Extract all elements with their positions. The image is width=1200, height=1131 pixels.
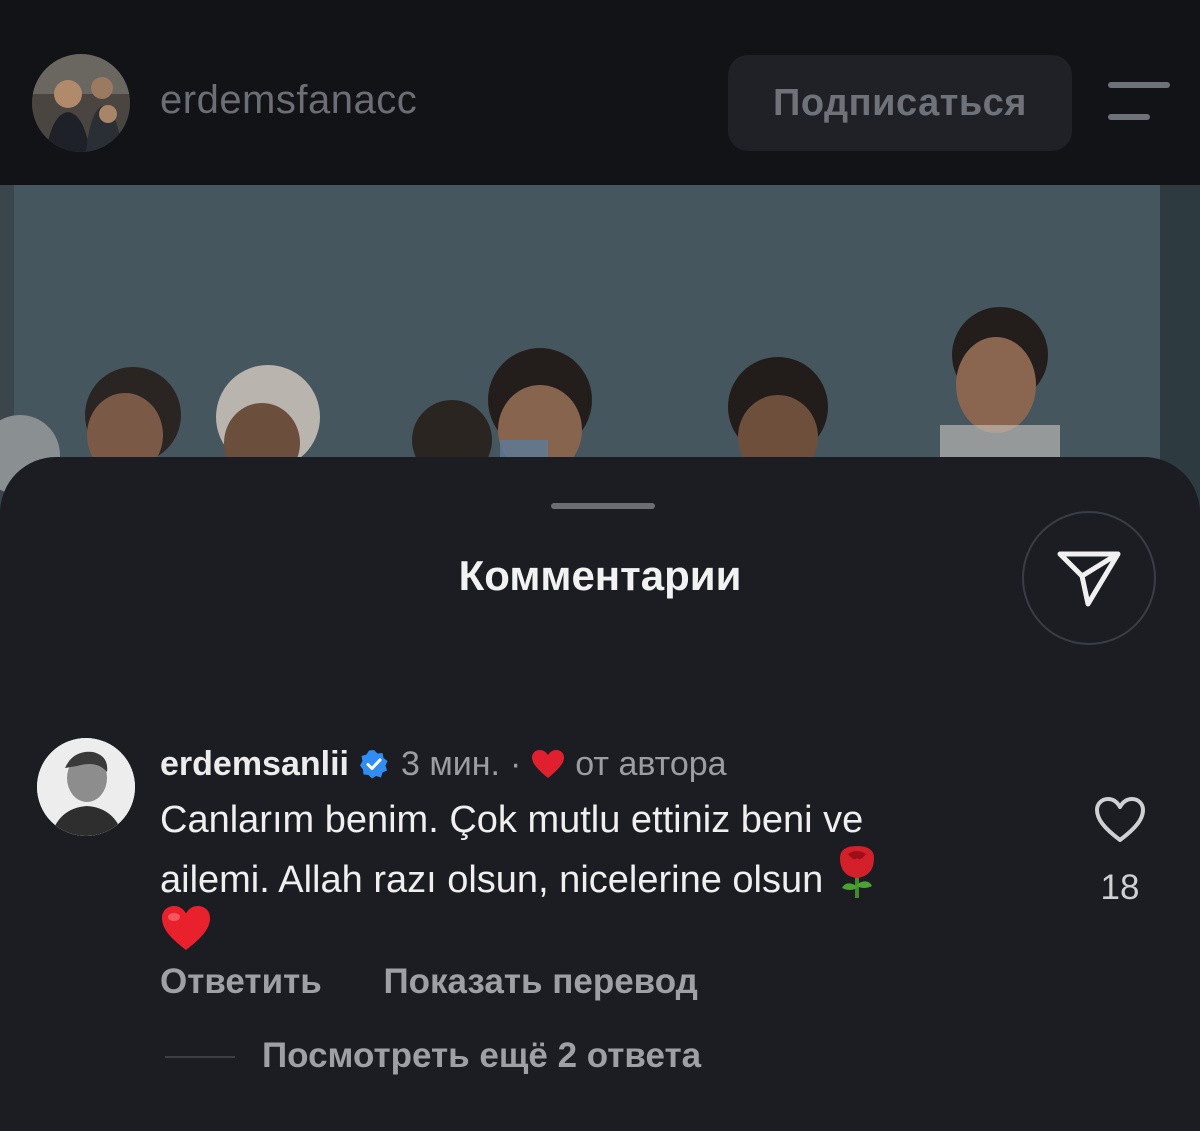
commenter-username[interactable]: erdemsanlii [160,745,349,784]
follow-button[interactable]: Подписаться [728,55,1072,151]
comment-text-line-1: Canlarım benim. Çok mutlu ettiniz beni v… [160,799,864,841]
menu-icon[interactable] [1100,82,1172,122]
verified-badge-icon [359,750,388,779]
heart-outline-icon[interactable] [1094,796,1146,844]
profile-header: erdemsfanacc Подписаться [0,0,1200,185]
like-count: 18 [1100,868,1140,907]
replies-divider [165,1056,235,1058]
reply-button[interactable]: Ответить [160,962,322,1001]
profile-avatar[interactable] [32,54,130,152]
comment-time: 3 мин. [400,744,500,783]
red-heart-emoji [162,906,210,950]
rose-emoji [839,846,874,898]
view-more-replies-button[interactable]: Посмотреть ещё 2 ответа [262,1036,701,1076]
comments-title: Комментарии [458,552,742,599]
profile-username[interactable]: erdemsfanacc [160,78,417,123]
show-translation-button[interactable]: Показать перевод [383,962,697,1001]
send-icon [1057,551,1121,607]
author-like-label: от автора [575,744,727,783]
share-button[interactable] [1022,511,1156,645]
instagram-screen: erdemsfanacc Подписаться Комментарии erd… [0,0,1200,1131]
comment-actions: Ответить Показать перевод [160,962,698,1002]
comment-header: erdemsanlii 3 мин. · от автора [160,742,727,786]
comment-text-line-2: ailemi. Allah razı olsun, nicelerine ols… [160,859,824,901]
sheet-grabber[interactable] [551,503,655,509]
commenter-avatar[interactable] [37,738,135,836]
comment-text: Canlarım benim. Çok mutlu ettiniz beni v… [160,796,1020,958]
heart-icon [532,750,565,778]
separator-dot: · [509,744,522,783]
